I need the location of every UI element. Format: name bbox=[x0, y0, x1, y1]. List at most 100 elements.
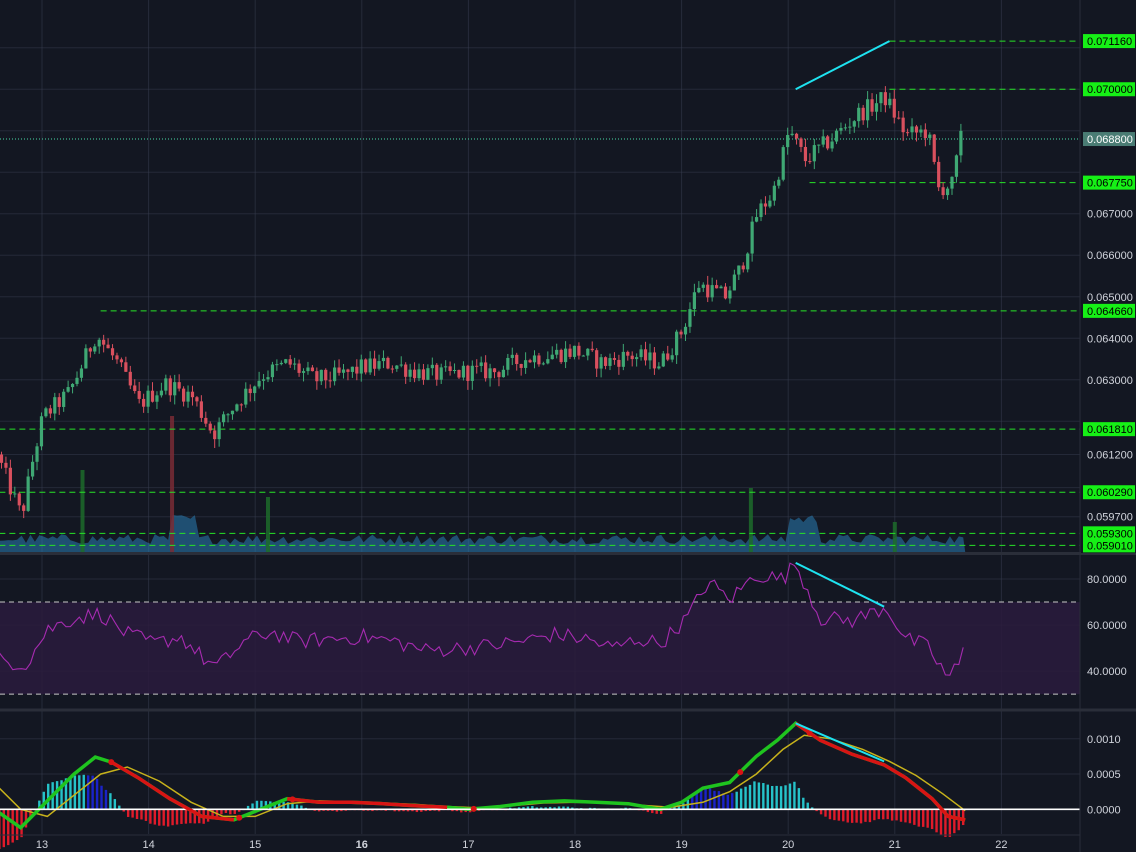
candle-body bbox=[253, 386, 257, 394]
macd-hist-bar bbox=[935, 809, 938, 833]
time-tick-label: 18 bbox=[569, 839, 581, 851]
macd-hist-bar bbox=[793, 781, 796, 810]
macd-hist-bar bbox=[806, 802, 809, 810]
candle-body bbox=[13, 493, 17, 495]
macd-hist-bar bbox=[886, 809, 889, 820]
price-tick-label: 0.061200 bbox=[1087, 449, 1133, 461]
macd-hist-bar bbox=[855, 809, 858, 823]
candle-body bbox=[839, 127, 843, 131]
macd-hist-bar bbox=[850, 809, 854, 823]
candle-body bbox=[168, 378, 172, 396]
candle-body bbox=[208, 423, 212, 431]
macd-hist-bar bbox=[899, 809, 903, 822]
candle-body bbox=[519, 363, 523, 368]
candle-body bbox=[0, 454, 4, 463]
candle-body bbox=[754, 217, 759, 222]
level-label-text: 0.068800 bbox=[1087, 134, 1133, 146]
macd-hist-bar bbox=[922, 809, 925, 827]
candle-body bbox=[612, 358, 617, 360]
candle-body bbox=[777, 179, 781, 186]
candle-body bbox=[812, 145, 816, 162]
candle-body bbox=[799, 138, 803, 147]
macd-hist-bar bbox=[722, 793, 725, 810]
candle-body bbox=[97, 339, 101, 347]
candle-body bbox=[737, 265, 741, 275]
candle-body bbox=[661, 353, 665, 367]
candle-body bbox=[226, 414, 230, 416]
candle-body bbox=[817, 144, 821, 146]
candle-body bbox=[213, 430, 217, 440]
macd-tick-label: 0.0000 bbox=[1087, 804, 1121, 816]
candle-body bbox=[319, 369, 323, 382]
chart-canvas[interactable]: 0.067000 0.066000 0.065000 0.064000 0.063000… bbox=[0, 0, 1136, 852]
candle-body bbox=[217, 422, 221, 440]
macd-hist-bar bbox=[842, 809, 845, 822]
candle-body bbox=[652, 352, 657, 369]
macd-hist-bar bbox=[797, 788, 801, 810]
macd-cross-marker bbox=[289, 796, 296, 803]
candle-body bbox=[293, 363, 297, 365]
volume-spike bbox=[80, 470, 85, 552]
time-tick-label: 22 bbox=[995, 839, 1007, 851]
candle-body bbox=[550, 354, 554, 360]
rsi-tick-label: 40.0000 bbox=[1087, 666, 1127, 678]
candle-body bbox=[666, 353, 670, 360]
macd-hist-bar bbox=[149, 809, 152, 824]
candle-body bbox=[710, 285, 714, 298]
candle-body bbox=[648, 352, 652, 361]
candle-body bbox=[688, 309, 692, 327]
candle-body bbox=[537, 355, 541, 365]
candle-body bbox=[452, 369, 457, 371]
candle-body bbox=[57, 397, 61, 407]
macd-hist-bar bbox=[828, 809, 832, 820]
macd-hist-bar bbox=[731, 793, 734, 810]
macd-hist-bar bbox=[184, 809, 188, 824]
macd-hist-bar bbox=[904, 809, 907, 823]
time-tick-label: 17 bbox=[462, 839, 474, 851]
candle-body bbox=[719, 286, 723, 289]
price-axis[interactable]: 0.067000 0.066000 0.065000 0.064000 0.063000… bbox=[1081, 0, 1136, 553]
candle-body bbox=[22, 505, 26, 511]
macd-hist-bar bbox=[82, 774, 85, 810]
price-tick-label: 0.065000 bbox=[1087, 292, 1133, 304]
candle-body bbox=[532, 355, 537, 363]
candle-body bbox=[159, 390, 163, 396]
candle-body bbox=[84, 348, 88, 369]
candle-body bbox=[510, 354, 514, 358]
candle-body bbox=[834, 130, 839, 142]
candle-body bbox=[914, 126, 919, 133]
candle-body bbox=[350, 366, 354, 372]
candle-body bbox=[372, 358, 377, 369]
candle-body bbox=[750, 221, 754, 254]
candle-body bbox=[62, 391, 66, 407]
candle-body bbox=[430, 364, 434, 369]
macd-hist-bar bbox=[859, 809, 863, 824]
candle-body bbox=[501, 369, 506, 378]
candle-body bbox=[177, 382, 181, 389]
macd-hist-bar bbox=[846, 809, 849, 823]
candle-body bbox=[492, 368, 497, 373]
macd-hist-bar bbox=[890, 809, 894, 821]
candle-body bbox=[608, 358, 612, 366]
candle-body bbox=[888, 98, 892, 106]
candle-body bbox=[826, 136, 830, 149]
macd-hist-bar bbox=[908, 809, 912, 824]
candle-body bbox=[444, 366, 448, 368]
candle-body bbox=[195, 397, 199, 402]
candle-body bbox=[204, 417, 208, 424]
candle-body bbox=[337, 367, 341, 373]
candle-body bbox=[261, 379, 266, 381]
macd-hist-bar bbox=[762, 783, 765, 810]
candle-body bbox=[461, 365, 466, 378]
macd-hist-bar bbox=[784, 785, 787, 810]
candle-body bbox=[230, 410, 235, 415]
candle-body bbox=[346, 369, 350, 372]
macd-hist-bar bbox=[47, 783, 50, 810]
macd-hist-bar bbox=[802, 797, 805, 810]
candle-body bbox=[577, 345, 581, 356]
candle-body bbox=[866, 99, 870, 121]
candle-body bbox=[626, 351, 630, 356]
candle-body bbox=[675, 331, 679, 356]
candle-body bbox=[595, 350, 599, 369]
candle-body bbox=[857, 107, 861, 122]
